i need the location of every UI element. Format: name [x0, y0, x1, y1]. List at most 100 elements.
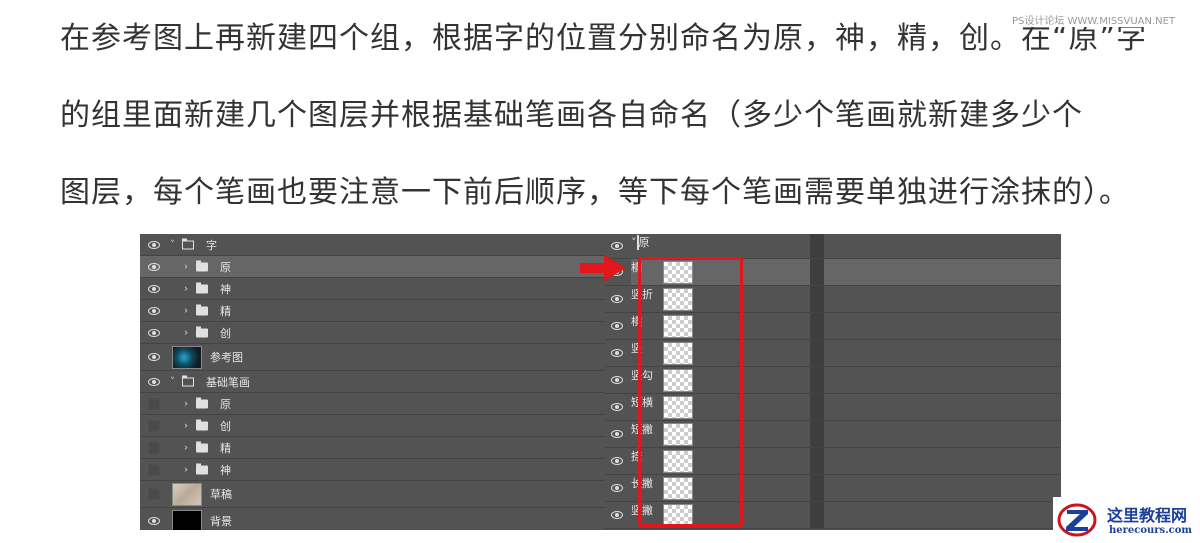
visibility-toggle[interactable]: [140, 300, 168, 321]
group-row[interactable]: › 精: [140, 300, 605, 322]
visibility-toggle[interactable]: [140, 344, 168, 370]
visibility-toggle[interactable]: [605, 475, 629, 501]
chevron-right-icon[interactable]: ›: [184, 261, 188, 272]
folder-icon: [196, 304, 208, 315]
panel-divider: [810, 394, 824, 420]
group-row[interactable]: › 创: [140, 322, 605, 344]
row-extension: [825, 367, 1061, 393]
hidden-eye-icon: [148, 463, 160, 476]
layer-row[interactable]: 草稿: [140, 481, 605, 508]
chevron-down-icon[interactable]: ˅: [631, 236, 637, 249]
eye-icon: [148, 377, 160, 386]
chevron-down-icon[interactable]: ˅: [170, 239, 175, 250]
group-row[interactable]: › 创: [140, 415, 605, 437]
layer-name: 基础笔画: [206, 375, 250, 389]
visibility-toggle[interactable]: [605, 421, 629, 447]
visibility-toggle[interactable]: [605, 502, 629, 528]
row-extension: [825, 394, 1061, 420]
visibility-toggle[interactable]: [140, 481, 168, 507]
visibility-toggle[interactable]: [605, 340, 629, 366]
panel-divider: [810, 313, 824, 339]
eye-icon: [148, 262, 160, 271]
row-extension: [825, 421, 1061, 447]
group-row[interactable]: ˅ 基础笔画: [140, 371, 605, 393]
layer-name: 背景: [210, 515, 232, 528]
layer-name: 字: [206, 238, 217, 252]
paragraph-line-2: 的组里面新建几个图层并根据基础笔画各自命名（多少个笔画就新建多少个: [60, 98, 1083, 133]
chevron-right-icon[interactable]: ›: [184, 420, 188, 431]
visibility-toggle[interactable]: [605, 286, 629, 312]
logo-url: herecours.com: [1109, 525, 1193, 536]
group-header: ˅ 原: [631, 234, 831, 258]
folder-icon: [196, 463, 208, 474]
eye-icon: [611, 376, 623, 384]
eye-icon: [611, 430, 623, 438]
layer-name: 精: [220, 441, 231, 455]
group-row[interactable]: › 神: [140, 278, 605, 300]
hidden-eye-icon: [148, 488, 160, 500]
visibility-toggle[interactable]: [605, 367, 629, 393]
visibility-toggle[interactable]: [140, 393, 168, 414]
layer-name: 创: [220, 326, 231, 340]
eye-icon: [148, 517, 160, 525]
row-extension: [825, 340, 1061, 366]
visibility-toggle[interactable]: [140, 371, 168, 392]
visibility-toggle[interactable]: [140, 234, 168, 255]
row-extension: [825, 286, 1061, 312]
visibility-toggle[interactable]: [140, 278, 168, 299]
hidden-eye-icon: [148, 441, 160, 454]
hidden-eye-icon: [148, 419, 160, 432]
eye-icon: [611, 511, 623, 519]
visibility-toggle[interactable]: [140, 437, 168, 458]
top-watermark: PS设计论坛 WWW.MISSVUAN.NET: [1010, 12, 1178, 27]
chevron-right-icon[interactable]: ›: [184, 305, 188, 316]
logo-z-icon: [1057, 503, 1097, 537]
group-row[interactable]: › 原: [140, 256, 605, 278]
group-name: 原: [638, 236, 650, 249]
visibility-toggle[interactable]: [140, 256, 168, 277]
chevron-right-icon[interactable]: ›: [184, 283, 188, 294]
layer-thumbnail: [172, 510, 202, 530]
row-extension: [825, 313, 1061, 339]
layer-row[interactable]: 参考图: [140, 344, 605, 371]
group-row[interactable]: ˅ 原: [605, 234, 1061, 259]
layer-name: 草稿: [210, 488, 232, 501]
eye-icon: [611, 295, 623, 303]
site-logo: 这里教程网 herecours.com: [1053, 497, 1200, 543]
eye-icon: [611, 457, 623, 465]
eye-icon: [148, 353, 160, 361]
visibility-toggle[interactable]: [140, 508, 168, 530]
eye-icon: [148, 240, 160, 249]
layer-row[interactable]: 背景: [140, 508, 605, 530]
eye-icon: [148, 306, 160, 315]
visibility-toggle[interactable]: [140, 415, 168, 436]
visibility-toggle[interactable]: [605, 313, 629, 339]
panel-divider: [810, 421, 824, 447]
panel-divider: [810, 234, 824, 258]
visibility-toggle[interactable]: [605, 394, 629, 420]
row-extension: [825, 259, 1061, 285]
layer-thumbnail: [172, 483, 202, 506]
group-row[interactable]: › 精: [140, 437, 605, 459]
folder-icon: [196, 260, 208, 271]
group-row[interactable]: ˅ 字: [140, 234, 605, 256]
folder-icon: [182, 375, 194, 386]
eye-icon: [148, 284, 160, 293]
hidden-eye-icon: [148, 397, 160, 410]
chevron-down-icon[interactable]: ˅: [170, 376, 175, 387]
eye-icon: [611, 403, 623, 411]
visibility-toggle[interactable]: [140, 459, 168, 480]
eye-icon: [611, 349, 623, 357]
folder-icon: [196, 397, 208, 408]
chevron-right-icon[interactable]: ›: [184, 464, 188, 475]
layer-name: 原: [220, 260, 231, 274]
eye-icon: [611, 242, 623, 250]
visibility-toggle[interactable]: [140, 322, 168, 343]
chevron-right-icon[interactable]: ›: [184, 442, 188, 453]
chevron-right-icon[interactable]: ›: [184, 327, 188, 338]
group-row[interactable]: › 原: [140, 393, 605, 415]
visibility-toggle[interactable]: [605, 448, 629, 474]
chevron-right-icon[interactable]: ›: [184, 398, 188, 409]
group-row[interactable]: › 神: [140, 459, 605, 481]
row-extension: [825, 475, 1061, 501]
